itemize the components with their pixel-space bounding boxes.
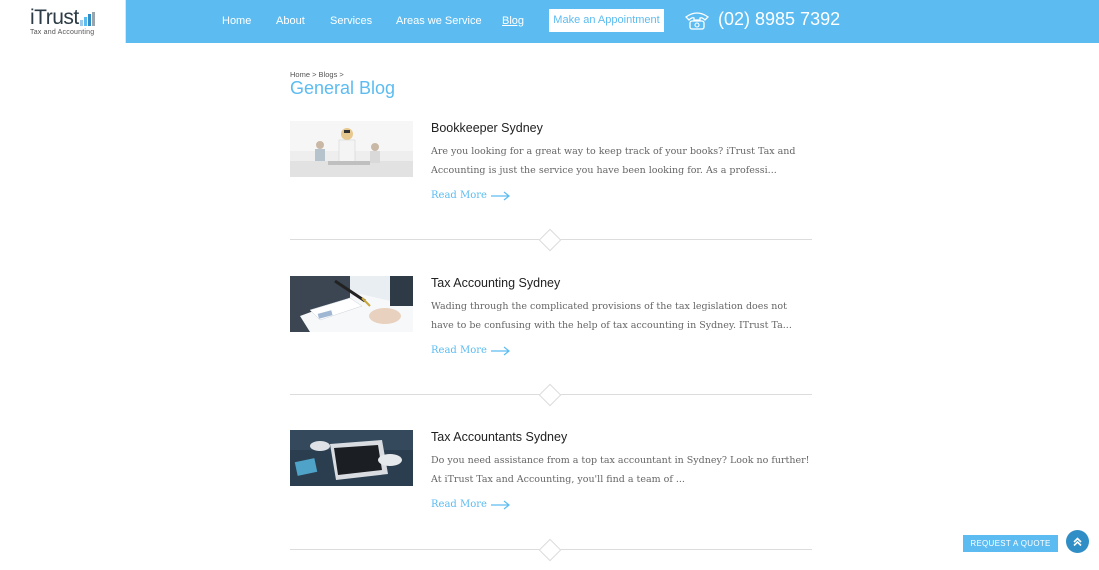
post-divider bbox=[290, 228, 812, 252]
read-more-label: Read More bbox=[431, 345, 487, 356]
request-quote-button[interactable]: REQUEST A QUOTE bbox=[963, 535, 1058, 552]
logo[interactable]: iTrust Tax and Accounting bbox=[0, 0, 126, 43]
read-more-link[interactable]: Read More bbox=[431, 190, 511, 201]
read-more-link[interactable]: Read More bbox=[431, 345, 511, 356]
read-more-label: Read More bbox=[431, 499, 487, 510]
post-title[interactable]: Tax Accounting Sydney bbox=[431, 276, 560, 290]
nav-services[interactable]: Services bbox=[330, 15, 372, 27]
nav-home[interactable]: Home bbox=[222, 15, 251, 27]
diamond-ornament-icon bbox=[538, 538, 562, 562]
post-divider bbox=[290, 383, 812, 407]
arrow-right-icon bbox=[490, 346, 510, 355]
logo-tagline: Tax and Accounting bbox=[30, 29, 95, 36]
read-more-link[interactable]: Read More bbox=[431, 499, 511, 510]
scroll-to-top-button[interactable] bbox=[1066, 530, 1089, 553]
post-excerpt: Do you need assistance from a top tax ac… bbox=[431, 455, 810, 485]
nav-areas-we-service[interactable]: Areas we Service bbox=[396, 15, 482, 27]
nav-about[interactable]: About bbox=[276, 15, 305, 27]
phone-icon bbox=[685, 12, 709, 30]
arrow-right-icon bbox=[490, 500, 510, 509]
post-title[interactable]: Bookkeeper Sydney bbox=[431, 121, 543, 135]
nav-blog[interactable]: Blog bbox=[502, 15, 524, 27]
post-excerpt: Wading through the complicated provision… bbox=[431, 301, 792, 331]
logo-name: iTrust bbox=[30, 6, 79, 29]
diamond-ornament-icon bbox=[538, 228, 562, 252]
site-header: iTrust Tax and Accounting Home About Ser… bbox=[0, 0, 1099, 43]
post-title[interactable]: Tax Accountants Sydney bbox=[431, 430, 567, 444]
post-thumbnail-documents[interactable] bbox=[290, 276, 413, 332]
double-chevron-up-icon bbox=[1073, 537, 1082, 547]
make-appointment-button[interactable]: Make an Appointment bbox=[549, 9, 664, 32]
page-title: General Blog bbox=[290, 78, 396, 98]
post-thumbnail-office[interactable] bbox=[290, 121, 413, 177]
post-thumbnail-laptop[interactable] bbox=[290, 430, 413, 486]
post-divider bbox=[290, 538, 812, 562]
arrow-right-icon bbox=[490, 191, 510, 200]
post-excerpt: Are you looking for a great way to keep … bbox=[431, 146, 796, 176]
read-more-label: Read More bbox=[431, 190, 487, 201]
bar-chart-icon bbox=[80, 12, 96, 26]
diamond-ornament-icon bbox=[538, 383, 562, 407]
phone-number[interactable]: (02) 8985 7392 bbox=[718, 9, 840, 30]
